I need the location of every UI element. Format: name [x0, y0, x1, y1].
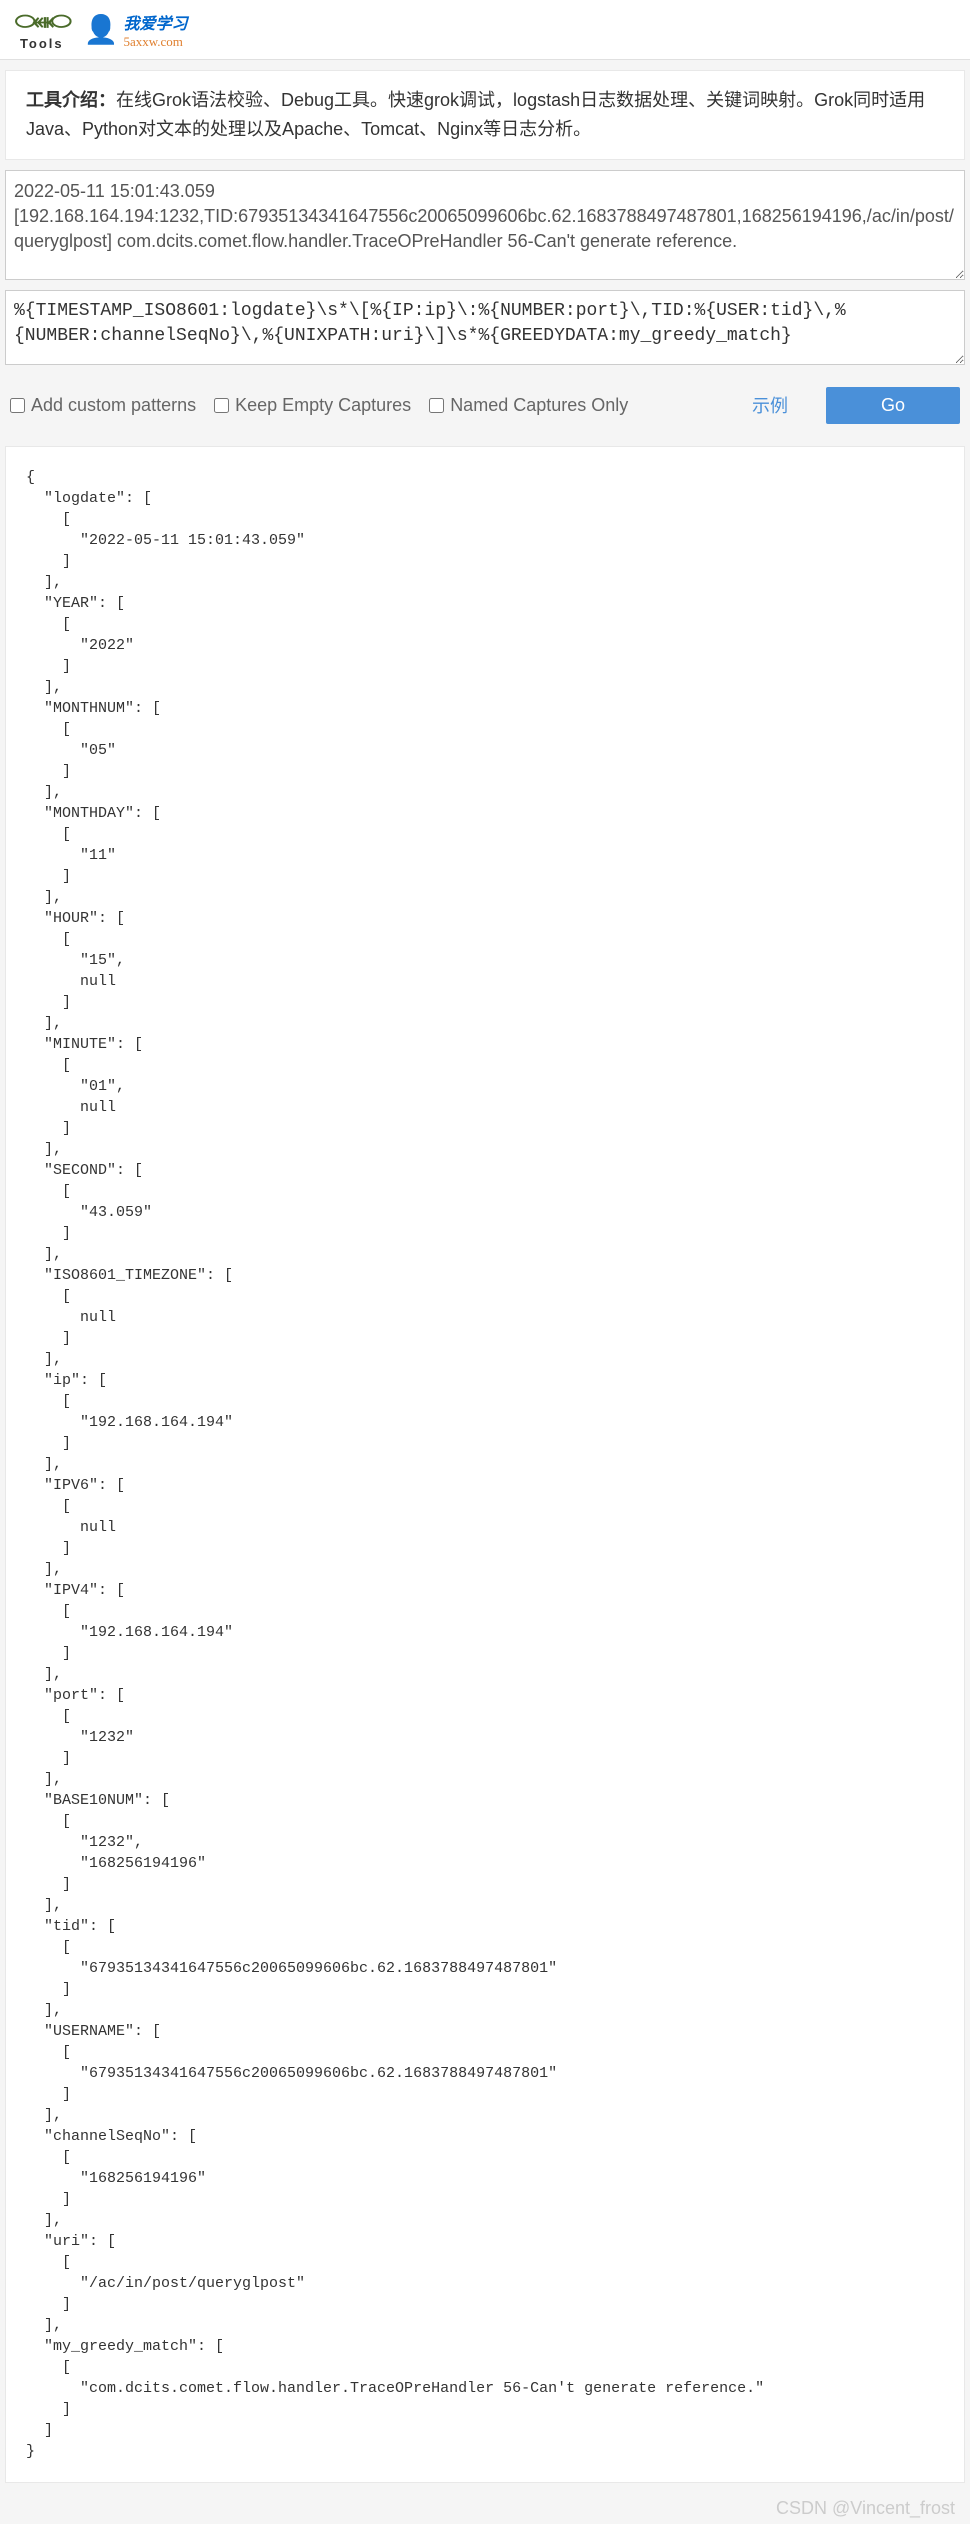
header: ⬭⬽⬭ Tools 👤 我爱学习 5axxw.com: [0, 0, 970, 60]
add-patterns-checkbox[interactable]: Add custom patterns: [10, 395, 196, 416]
example-link[interactable]: 示例: [752, 392, 788, 418]
keep-empty-input[interactable]: [214, 398, 229, 413]
pattern-input[interactable]: [5, 290, 965, 365]
intro-text: 在线Grok语法校验、Debug工具。快速grok调试，logstash日志数据…: [26, 90, 925, 139]
intro-box: 工具介绍：在线Grok语法校验、Debug工具。快速grok调试，logstas…: [5, 70, 965, 160]
log-input[interactable]: [5, 170, 965, 280]
site-logo-cn: 我爱学习: [123, 10, 187, 34]
named-only-input[interactable]: [429, 398, 444, 413]
keep-empty-checkbox[interactable]: Keep Empty Captures: [214, 395, 411, 416]
tools-logo-icon: ⬭⬽⬭: [15, 8, 69, 36]
named-only-checkbox[interactable]: Named Captures Only: [429, 395, 628, 416]
site-logo-url: 5axxw.com: [123, 34, 187, 50]
intro-label: 工具介绍：: [26, 90, 116, 110]
add-patterns-input[interactable]: [10, 398, 25, 413]
go-button[interactable]: Go: [826, 387, 960, 424]
person-icon: 👤: [84, 13, 119, 46]
controls-bar: Add custom patterns Keep Empty Captures …: [0, 375, 970, 436]
tools-logo-text: Tools: [20, 36, 64, 51]
watermark: CSDN @Vincent_frost: [0, 2493, 970, 2524]
add-patterns-label: Add custom patterns: [31, 395, 196, 416]
tools-logo[interactable]: ⬭⬽⬭ Tools: [15, 8, 69, 51]
keep-empty-label: Keep Empty Captures: [235, 395, 411, 416]
named-only-label: Named Captures Only: [450, 395, 628, 416]
result-json: { "logdate": [ [ "2022-05-11 15:01:43.05…: [26, 467, 944, 2462]
site-logo[interactable]: 👤 我爱学习 5axxw.com: [84, 10, 188, 50]
result-box: { "logdate": [ [ "2022-05-11 15:01:43.05…: [5, 446, 965, 2483]
